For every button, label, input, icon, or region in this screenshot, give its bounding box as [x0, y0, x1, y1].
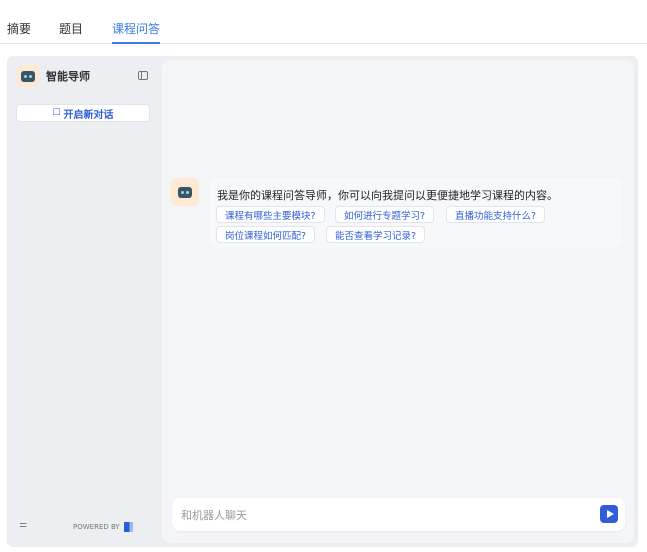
robot-icon: [178, 186, 192, 198]
chat-main: 我是你的课程问答导师，你可以向我提问以更便捷地学习课程的内容。 课程有哪些主要模…: [162, 60, 634, 543]
chat-input[interactable]: [181, 505, 581, 525]
tab-questions[interactable]: 题目: [59, 20, 83, 37]
sidebar: 智能导师 ☐ 开启新对话 ⚌ POWERED BY: [7, 56, 161, 547]
suggestion-chip[interactable]: 岗位课程如何匹配?: [216, 226, 316, 243]
suggestion-chip[interactable]: 课程有哪些主要模块?: [216, 206, 325, 223]
chat-panel: 智能导师 ☐ 开启新对话 ⚌ POWERED BY 我是你的课程问答导师，你可以…: [7, 56, 638, 547]
brand-logo-icon: [123, 522, 133, 532]
sidebar-title: 智能导师: [46, 70, 90, 83]
powered-by-label: POWERED BY: [73, 523, 120, 531]
powered-by: POWERED BY: [73, 522, 133, 532]
new-chat-button[interactable]: ☐ 开启新对话: [16, 104, 150, 122]
message-text: 我是你的课程问答导师，你可以向我提问以更便捷地学习课程的内容。: [217, 189, 558, 202]
tab-bar: 摘要 题目 课程问答: [0, 0, 647, 44]
suggestion-chip[interactable]: 能否查看学习记录?: [326, 226, 426, 243]
new-chat-label: 开启新对话: [63, 109, 114, 121]
bot-message: 我是你的课程问答导师，你可以向我提问以更便捷地学习课程的内容。 课程有哪些主要模…: [209, 178, 622, 248]
suggestion-chip[interactable]: 直播功能支持什么?: [446, 206, 546, 223]
send-button[interactable]: [600, 505, 618, 523]
tab-summary[interactable]: 摘要: [7, 20, 31, 37]
robot-icon: [21, 70, 35, 82]
suggestion-chip[interactable]: 如何进行专题学习?: [335, 206, 435, 223]
tab-course-qa[interactable]: 课程问答: [112, 20, 161, 44]
settings-sliders-icon[interactable]: ⚌: [19, 520, 27, 530]
sidebar-collapse-icon[interactable]: [138, 71, 148, 80]
edit-icon: ☐: [52, 108, 61, 118]
chat-input-box: [172, 498, 625, 531]
message-bot-avatar: [171, 178, 199, 206]
bot-avatar: [17, 65, 39, 87]
